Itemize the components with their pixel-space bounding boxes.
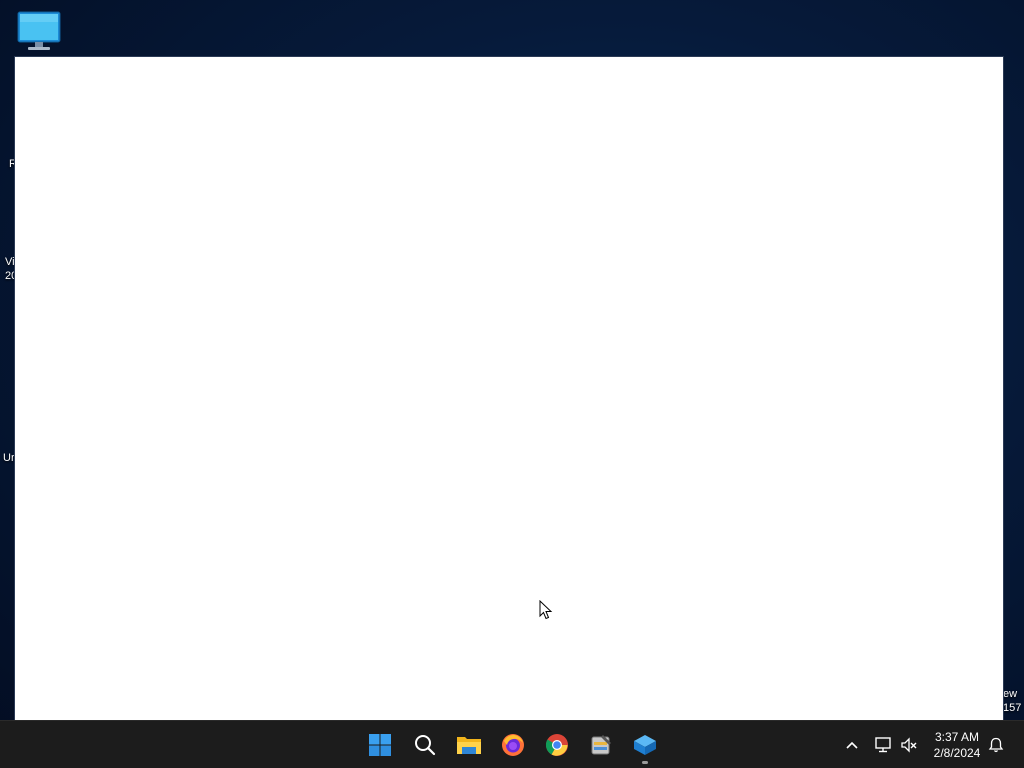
file-explorer-button[interactable]	[453, 729, 485, 761]
network-icon	[875, 737, 891, 753]
desktop: R Vi 20 Ur ew 157	[0, 0, 1024, 720]
virtualbox-app-button[interactable]	[629, 729, 661, 764]
this-pc-desktop-icon[interactable]	[16, 10, 62, 52]
setup-tool-button[interactable]	[585, 729, 617, 761]
running-indicator	[642, 761, 648, 764]
search-icon	[415, 735, 436, 756]
firefox-icon	[502, 734, 524, 756]
search-button[interactable]	[409, 729, 441, 761]
volume-muted-icon	[901, 737, 917, 753]
show-hidden-icons-button[interactable]	[842, 735, 862, 755]
clock-time: 3:37 AM	[934, 730, 980, 744]
desktop-label-partial: Ur	[3, 452, 15, 464]
chrome-button[interactable]	[541, 729, 573, 761]
volume-button[interactable]	[899, 735, 919, 755]
cube-app-icon	[634, 735, 656, 755]
monitor-icon	[17, 11, 61, 50]
desktop-label-partial: ew 157	[1003, 688, 1022, 714]
folder-icon	[457, 737, 481, 754]
start-button[interactable]	[364, 729, 396, 761]
taskbar: 3:37 AM 2/8/2024	[0, 720, 1024, 768]
notification-button[interactable]	[986, 735, 1006, 755]
windows-logo-icon	[369, 734, 391, 756]
clock[interactable]: 3:37 AM 2/8/2024	[922, 729, 992, 761]
clock-date: 2/8/2024	[933, 746, 981, 760]
mouse-cursor-icon	[539, 599, 553, 625]
firefox-button[interactable]	[497, 729, 529, 761]
install-tool-icon	[591, 735, 611, 755]
app-window-blank[interactable]	[15, 57, 1003, 720]
chevron-up-icon	[846, 741, 858, 749]
network-button[interactable]	[873, 735, 893, 755]
chrome-icon	[545, 734, 568, 756]
notification-icon	[988, 737, 1004, 753]
